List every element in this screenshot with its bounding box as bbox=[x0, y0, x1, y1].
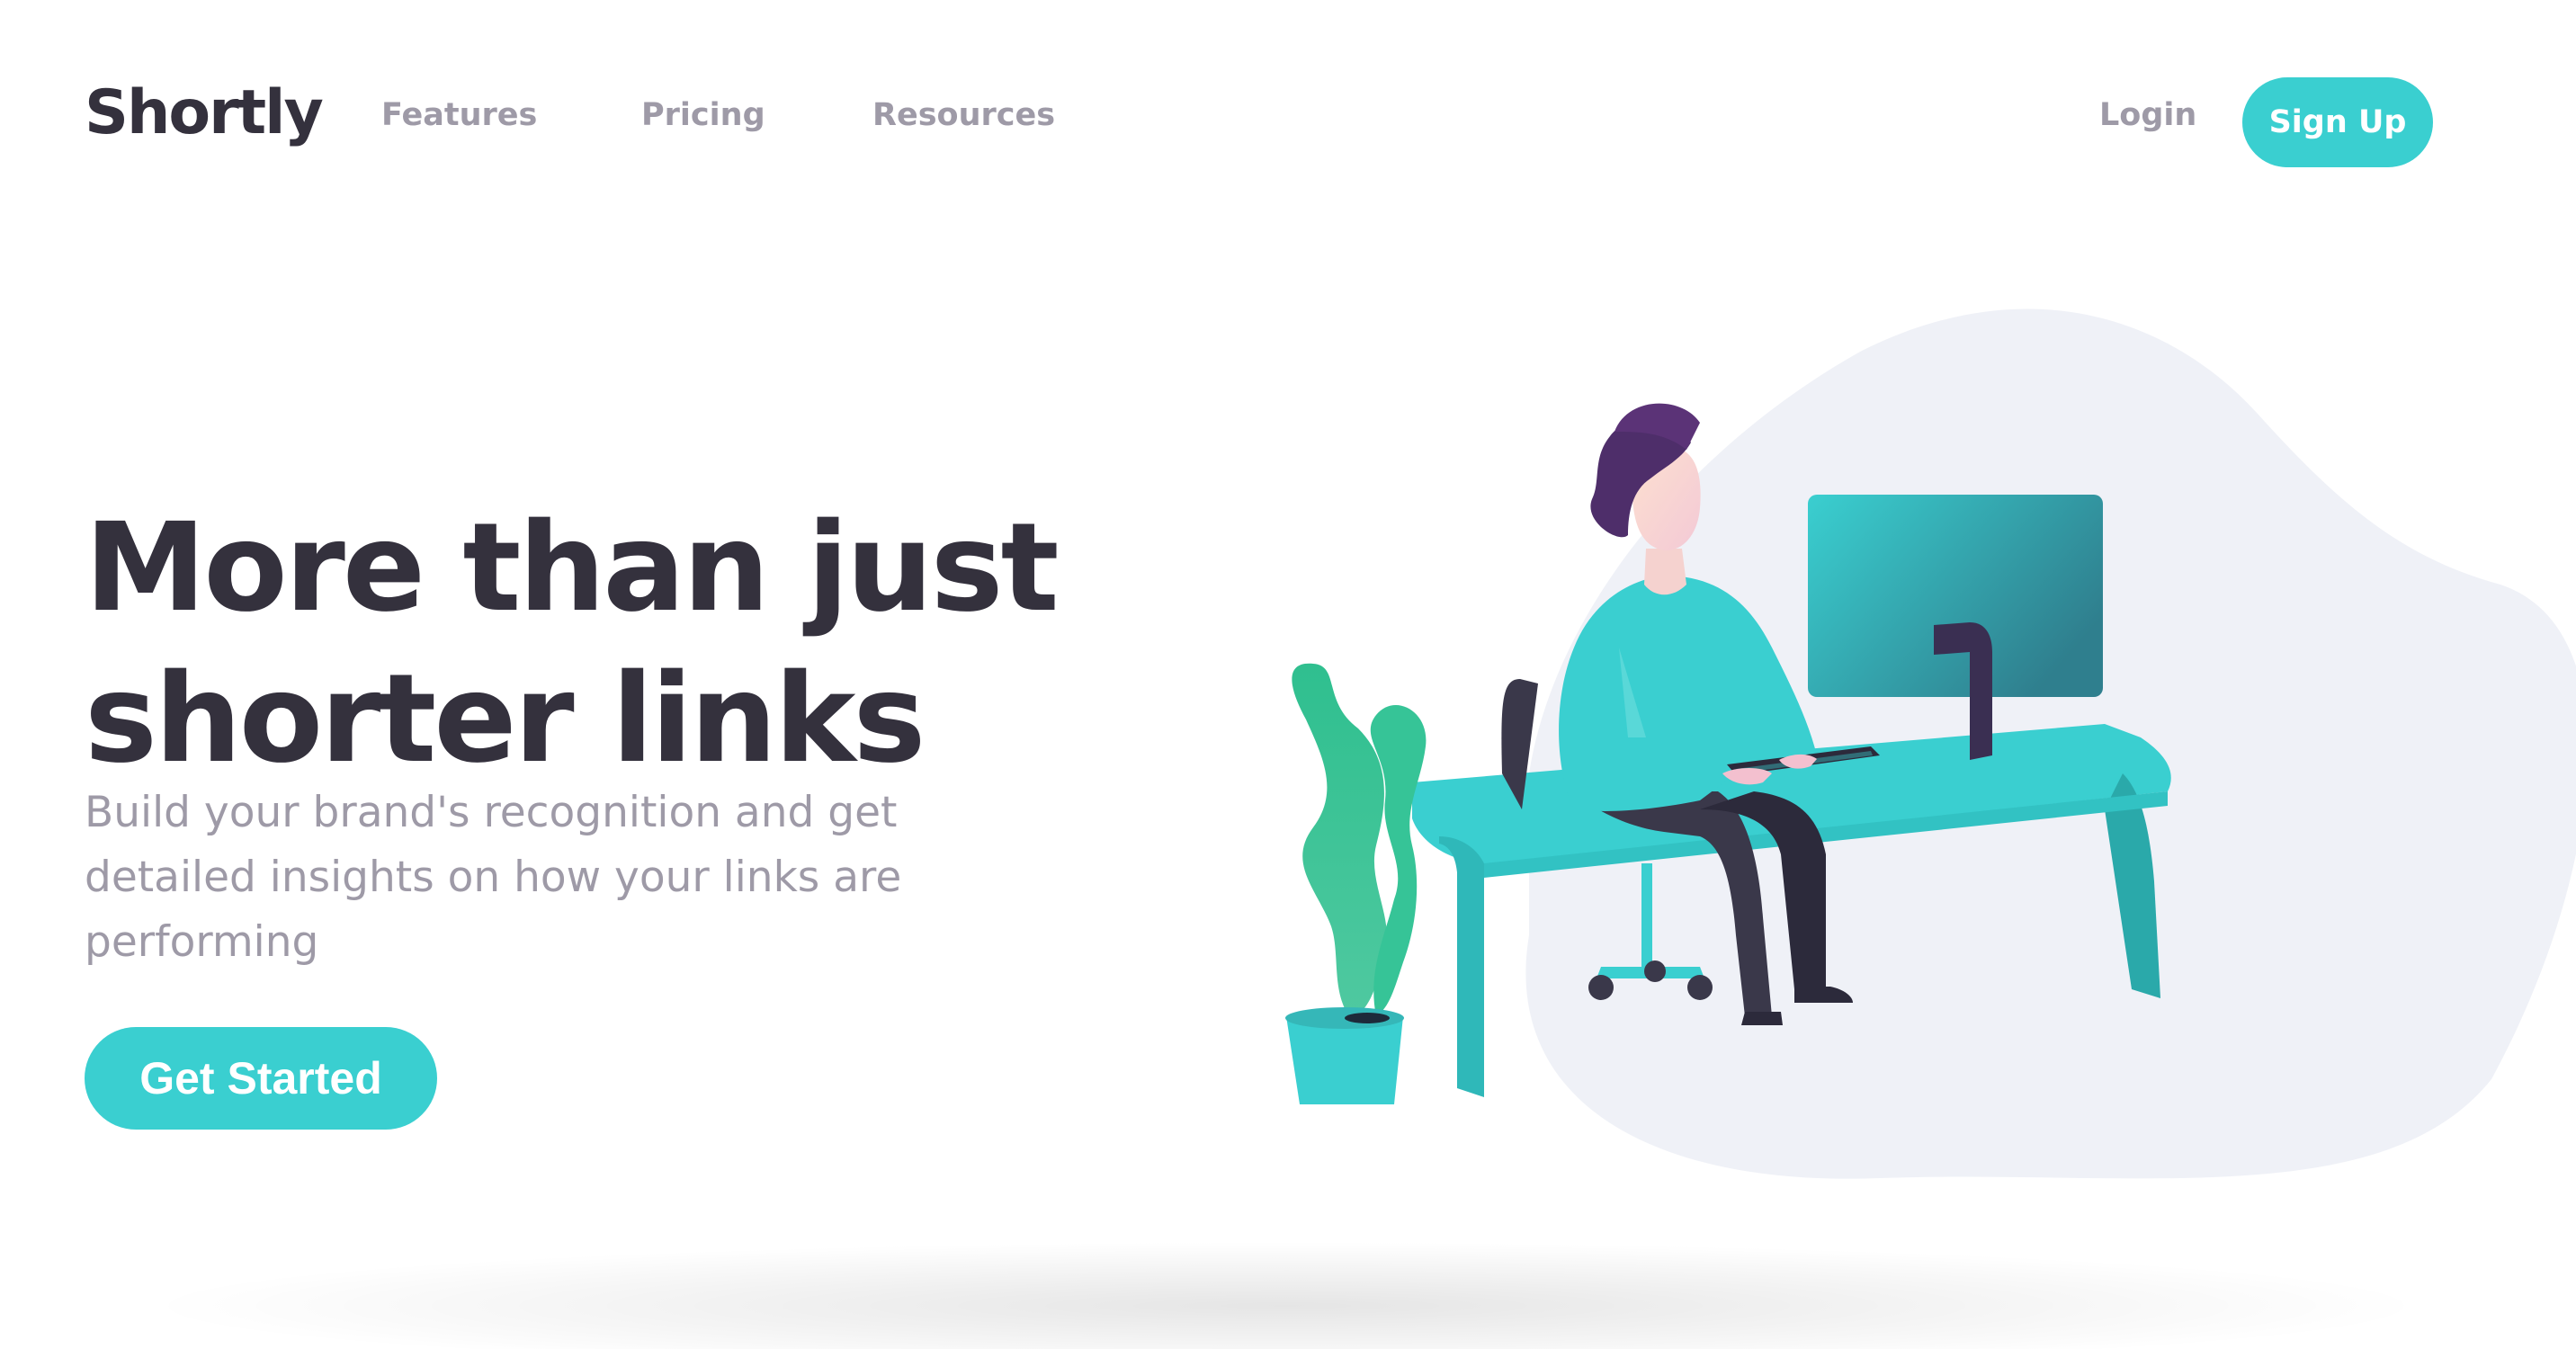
person-shoe-left bbox=[1741, 1012, 1783, 1025]
hero-title-line-1: More than just bbox=[85, 497, 1060, 639]
desk-left-leg bbox=[1439, 836, 1484, 1097]
sign-up-button[interactable]: Sign Up bbox=[2242, 77, 2433, 167]
plant-pot bbox=[1286, 1016, 1403, 1104]
hero-subtitle-line-3: performing bbox=[85, 917, 319, 967]
hero-subtitle-line-2: detailed insights on how your links are bbox=[85, 853, 902, 902]
hero-title-line-2: shorter links bbox=[85, 648, 926, 791]
nav-link-resources[interactable]: Resources bbox=[872, 97, 1055, 133]
chair-wheel-1 bbox=[1588, 975, 1614, 1000]
person-neck bbox=[1644, 549, 1686, 595]
brand-logo[interactable]: Shortly bbox=[85, 77, 324, 148]
plant-leaf-left bbox=[1292, 663, 1388, 1016]
plant-leaf-right bbox=[1370, 704, 1427, 1016]
nav-link-pricing[interactable]: Pricing bbox=[641, 97, 765, 133]
get-started-button[interactable]: Get Started bbox=[85, 1027, 437, 1130]
hero-subtitle-line-1: Build your brand's recognition and get bbox=[85, 788, 898, 837]
section-card-shadow bbox=[135, 1241, 2437, 1349]
login-link[interactable]: Login bbox=[2099, 97, 2196, 133]
person-working-at-desk-illustration bbox=[1285, 308, 2576, 1179]
chair-post bbox=[1641, 863, 1652, 967]
plant-pot-soil bbox=[1345, 1013, 1390, 1023]
chair-wheel-3 bbox=[1644, 960, 1666, 982]
nav-link-features[interactable]: Features bbox=[381, 97, 537, 133]
chair-wheel-2 bbox=[1687, 975, 1713, 1000]
hero-title: More than just shorter links bbox=[85, 493, 1060, 795]
top-navigation: Shortly Features Pricing Resources Login… bbox=[0, 0, 2576, 234]
hero-subtitle: Build your brand's recognition and get d… bbox=[85, 781, 984, 975]
monitor-screen bbox=[1808, 495, 2103, 697]
